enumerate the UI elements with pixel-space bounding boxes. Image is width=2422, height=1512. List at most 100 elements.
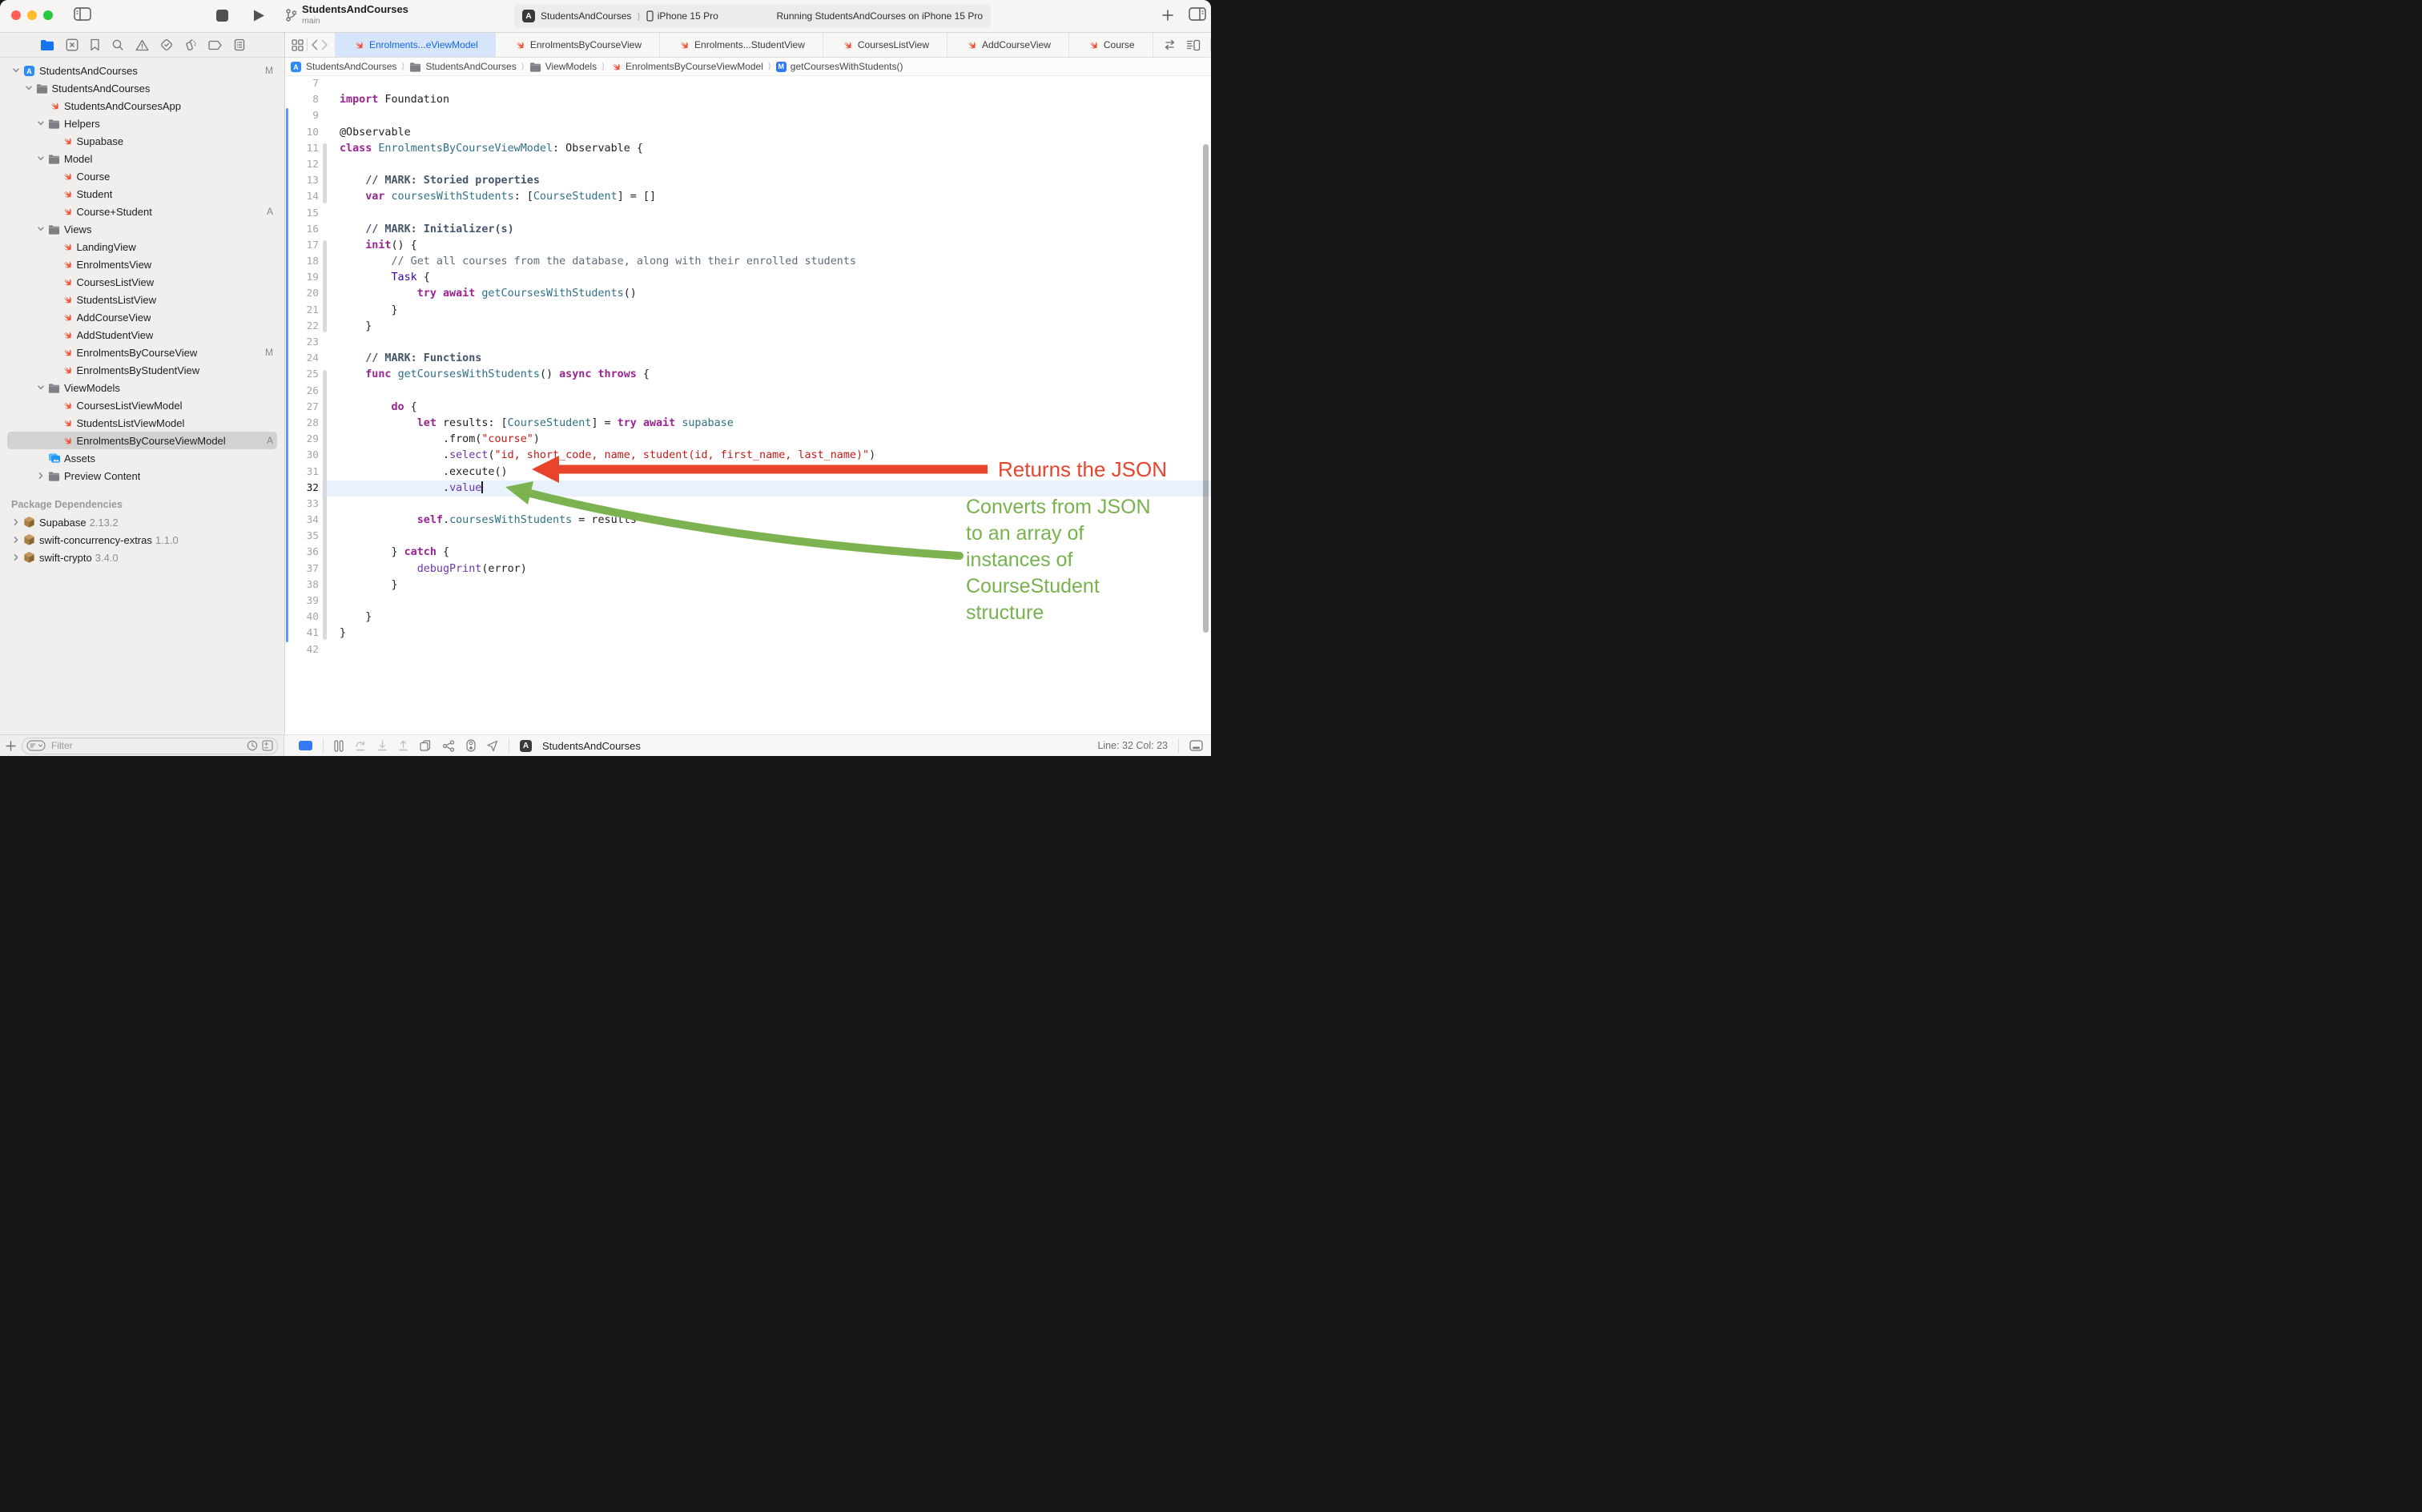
scheme-target[interactable]: StudentsAndCourses — [541, 10, 631, 22]
filter-field[interactable] — [22, 738, 278, 754]
tree-item-studentslistview[interactable]: StudentsListView — [0, 291, 284, 308]
disclosure-triangle-icon[interactable] — [34, 225, 47, 233]
project-navigator-icon[interactable] — [40, 39, 54, 51]
editor-tab-addcourseview[interactable]: AddCourseView — [947, 33, 1069, 57]
breadcrumb-item[interactable]: getCoursesWithStudents() — [791, 61, 903, 72]
run-button[interactable] — [253, 9, 265, 22]
disclosure-triangle-icon[interactable] — [34, 155, 47, 163]
line-col-indicator[interactable]: Line: 32 Col: 23 — [1097, 740, 1168, 751]
tree-item-addcourseview[interactable]: AddCourseView — [0, 308, 284, 326]
disclosure-triangle-icon[interactable] — [10, 536, 22, 544]
tree-item-studentsandcourses[interactable]: AStudentsAndCoursesM — [0, 62, 284, 79]
close-window-button[interactable] — [11, 10, 21, 20]
disclosure-triangle-icon[interactable] — [34, 119, 47, 127]
minimize-window-button[interactable] — [27, 10, 37, 20]
pull-down-icon[interactable] — [377, 740, 388, 752]
disclosure-triangle-icon[interactable] — [34, 384, 47, 392]
disclosure-triangle-icon[interactable] — [10, 518, 22, 526]
filter-input[interactable] — [50, 739, 243, 752]
filter-menu-icon[interactable] — [26, 740, 46, 751]
code-review-icon[interactable] — [442, 740, 456, 752]
tree-item-model[interactable]: Model — [0, 150, 284, 167]
tree-item-course-student[interactable]: Course+StudentA — [0, 203, 284, 220]
editor-tab-enrolments-studentview[interactable]: Enrolments...StudentView — [660, 33, 823, 57]
tree-item-enrolmentsview[interactable]: EnrolmentsView — [0, 255, 284, 273]
tree-item-views[interactable]: Views — [0, 220, 284, 238]
package-item-swift-concurrency-extras[interactable]: swift-concurrency-extras 1.1.0 — [0, 531, 284, 549]
related-items-icon[interactable] — [292, 39, 304, 51]
breadcrumb-item[interactable]: StudentsAndCourses — [306, 61, 396, 72]
debug-navigator-icon[interactable] — [184, 38, 197, 51]
fold-ribbon[interactable] — [323, 240, 327, 332]
editor-tab-enrolmentsbycourseview[interactable]: EnrolmentsByCourseView — [496, 33, 660, 57]
issue-navigator-icon[interactable] — [135, 39, 149, 51]
editor-layout-icon[interactable] — [1189, 740, 1203, 751]
disclosure-triangle-icon[interactable] — [10, 66, 22, 74]
preview-refresh-icon[interactable] — [354, 740, 367, 752]
active-scheme[interactable]: StudentsAndCourses main — [285, 3, 408, 26]
tree-item-supabase[interactable]: Supabase — [0, 132, 284, 150]
push-up-icon[interactable] — [398, 740, 408, 752]
report-navigator-icon[interactable] — [234, 38, 245, 51]
tree-item-preview-content[interactable]: Preview Content — [0, 467, 284, 485]
source-control-filter-icon[interactable] — [262, 740, 273, 751]
tree-item-enrolmentsbystudentview[interactable]: EnrolmentsByStudentView — [0, 361, 284, 379]
minimap-icon[interactable] — [1186, 39, 1201, 51]
recent-files-icon[interactable] — [247, 740, 258, 751]
app-icon: A — [522, 10, 535, 22]
editor-tab-enrolments-eviewmodel[interactable]: Enrolments...eViewModel — [335, 33, 496, 57]
activity-view[interactable]: A StudentsAndCourses ⟩ iPhone 15 Pro Run… — [514, 4, 991, 28]
vertical-scrollbar[interactable] — [1203, 144, 1209, 633]
editor-only-mode-icon[interactable] — [299, 741, 312, 750]
add-button[interactable] — [1161, 9, 1174, 22]
fold-ribbon[interactable] — [323, 370, 327, 640]
breadcrumb-separator-icon: ⟩ — [601, 62, 605, 71]
go-forward-icon[interactable] — [321, 39, 328, 50]
source-control-navigator-icon[interactable] — [66, 38, 78, 51]
tree-item-landingview[interactable]: LandingView — [0, 238, 284, 255]
test-navigator-icon[interactable] — [160, 38, 173, 51]
tree-item-viewmodels[interactable]: ViewModels — [0, 379, 284, 396]
add-file-icon[interactable] — [6, 741, 16, 751]
disclosure-triangle-icon[interactable] — [22, 84, 35, 92]
canvas-mode-icon[interactable] — [334, 740, 344, 752]
editor-tab-course[interactable]: Course — [1069, 33, 1153, 57]
zoom-window-button[interactable] — [43, 10, 53, 20]
tree-item-studentsandcourses[interactable]: StudentsAndCourses — [0, 79, 284, 97]
jump-to-icon[interactable] — [486, 740, 498, 752]
file-name: Helpers — [64, 118, 100, 130]
breadcrumb-item[interactable]: StudentsAndCourses — [425, 61, 516, 72]
tree-item-addstudentview[interactable]: AddStudentView — [0, 326, 284, 344]
breakpoint-navigator-icon[interactable] — [208, 40, 223, 50]
tree-item-studentslistviewmodel[interactable]: StudentsListViewModel — [0, 414, 284, 432]
disclosure-triangle-icon[interactable] — [34, 472, 47, 480]
tree-item-course[interactable]: Course — [0, 167, 284, 185]
tree-item-helpers[interactable]: Helpers — [0, 115, 284, 132]
toggle-inspector-icon[interactable] — [1189, 7, 1206, 21]
tree-item-assets[interactable]: Assets — [0, 449, 284, 467]
tree-item-studentsandcoursesapp[interactable]: StudentsAndCoursesApp — [0, 97, 284, 115]
swap-editor-icon[interactable] — [1163, 39, 1177, 50]
bookmark-navigator-icon[interactable] — [90, 38, 100, 51]
tree-item-enrolmentsbycourseview[interactable]: EnrolmentsByCourseViewM — [0, 344, 284, 361]
adjust-editor-icon[interactable] — [466, 739, 476, 752]
green-annotation-line: CourseStudent — [966, 573, 1151, 600]
breadcrumb-item[interactable]: ViewModels — [545, 61, 597, 72]
breadcrumb-item[interactable]: EnrolmentsByCourseViewModel — [626, 61, 763, 72]
tree-item-courseslistviewmodel[interactable]: CoursesListViewModel — [0, 396, 284, 414]
stop-button[interactable] — [216, 10, 228, 22]
go-back-icon[interactable] — [311, 39, 318, 50]
editor-tab-courseslistview[interactable]: CoursesListView — [823, 33, 947, 57]
fold-ribbon[interactable] — [323, 143, 327, 203]
package-item-swift-crypto[interactable]: swift-crypto 3.4.0 — [0, 549, 284, 566]
tree-item-courseslistview[interactable]: CoursesListView — [0, 273, 284, 291]
scheme-device[interactable]: iPhone 15 Pro — [658, 10, 718, 22]
toggle-navigator-icon[interactable] — [74, 7, 91, 21]
disclosure-triangle-icon[interactable] — [10, 553, 22, 561]
find-navigator-icon[interactable] — [111, 38, 124, 51]
code-area[interactable]: 7891011121314151617181920212223242526272… — [285, 76, 1211, 734]
stacked-editors-icon[interactable] — [419, 739, 432, 752]
package-item-supabase[interactable]: Supabase 2.13.2 — [0, 513, 284, 531]
tree-item-student[interactable]: Student — [0, 185, 284, 203]
tree-item-enrolmentsbycourseviewmodel[interactable]: EnrolmentsByCourseViewModelA — [0, 432, 284, 449]
